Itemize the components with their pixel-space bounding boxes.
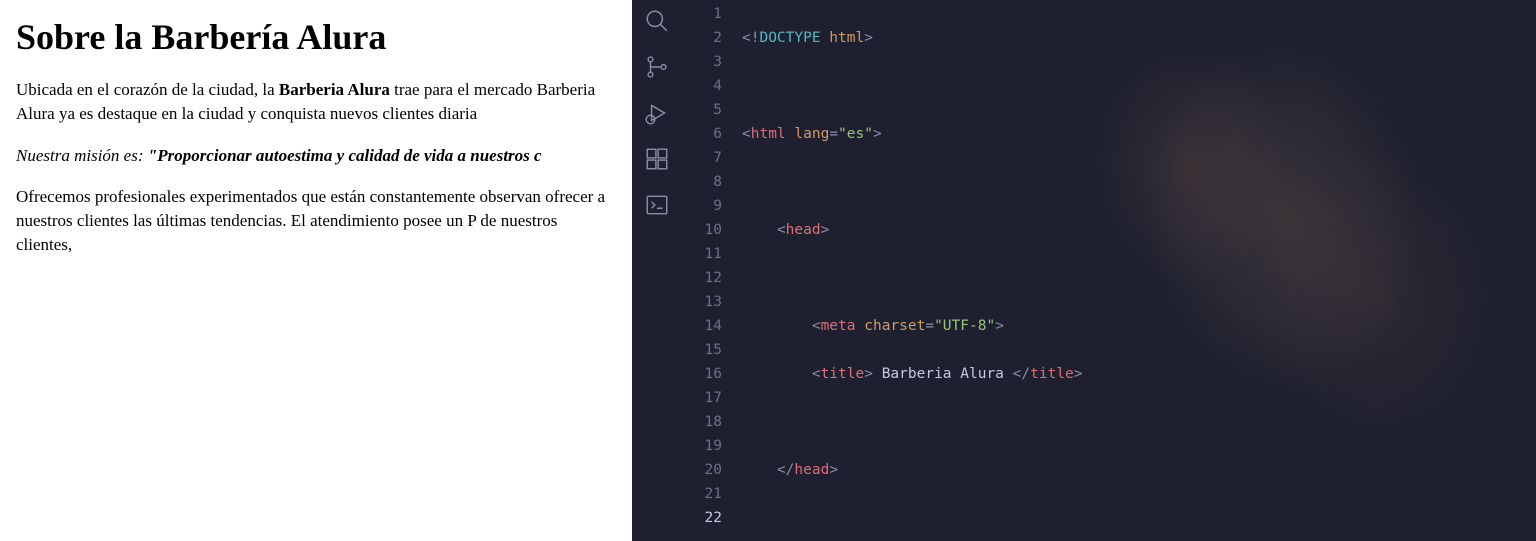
line-number: 21 xyxy=(682,482,722,506)
browser-preview-pane: Sobre la Barbería Alura Ubicada en el co… xyxy=(0,0,632,541)
line-number: 11 xyxy=(682,242,722,266)
code-token: html xyxy=(751,126,786,142)
code-token: > xyxy=(1074,366,1083,382)
line-number: 10 xyxy=(682,218,722,242)
terminal-icon[interactable] xyxy=(644,192,670,218)
editor-area[interactable]: 1 2 3 4 5 6 7 8 9 10 11 12 13 14 15 16 1… xyxy=(682,0,1536,541)
line-number: 18 xyxy=(682,410,722,434)
code-token: lang xyxy=(786,126,830,142)
line-numbers-gutter: 1 2 3 4 5 6 7 8 9 10 11 12 13 14 15 16 1… xyxy=(682,0,742,541)
line-number: 1 xyxy=(682,2,722,26)
code-token: < xyxy=(812,366,821,382)
line-number: 2 xyxy=(682,26,722,50)
code-token: Barberia Alura xyxy=(873,366,1013,382)
run-debug-icon[interactable] xyxy=(644,100,670,126)
code-token: = xyxy=(925,318,934,334)
code-token: > xyxy=(829,462,838,478)
line-number: 20 xyxy=(682,458,722,482)
paragraph-1: Ubicada en el corazón de la ciudad, la B… xyxy=(16,78,616,126)
line-number: 6 xyxy=(682,122,722,146)
line-number: 5 xyxy=(682,98,722,122)
code-token: </ xyxy=(777,462,794,478)
source-control-icon[interactable] xyxy=(644,54,670,80)
code-token: > xyxy=(995,318,1004,334)
code-token: title xyxy=(821,366,865,382)
line-number-current: 22 xyxy=(682,506,722,530)
code-content[interactable]: <!DOCTYPE html> <html lang="es"> <head> … xyxy=(742,0,1536,541)
line-number: 15 xyxy=(682,338,722,362)
p1-text-pre: Ubicada en el corazón de la ciudad, la xyxy=(16,80,279,99)
line-number: 14 xyxy=(682,314,722,338)
line-number: 7 xyxy=(682,146,722,170)
p2-em-pre: Nuestra misión es: xyxy=(16,146,148,165)
code-token: < xyxy=(777,222,786,238)
code-token: head xyxy=(794,462,829,478)
code-token: meta xyxy=(821,318,856,334)
activity-bar xyxy=(632,0,682,541)
line-number: 17 xyxy=(682,386,722,410)
code-token: > xyxy=(864,30,873,46)
line-number: 13 xyxy=(682,290,722,314)
code-token: "es" xyxy=(838,126,873,142)
line-number: 16 xyxy=(682,362,722,386)
editor-pane: 1 2 3 4 5 6 7 8 9 10 11 12 13 14 15 16 1… xyxy=(632,0,1536,541)
page-title: Sobre la Barbería Alura xyxy=(16,16,616,58)
line-number: 9 xyxy=(682,194,722,218)
extensions-icon[interactable] xyxy=(644,146,670,172)
line-number: 8 xyxy=(682,170,722,194)
paragraph-2: Nuestra misión es: "Proporcionar autoest… xyxy=(16,144,616,168)
code-token: "UTF-8" xyxy=(934,318,995,334)
code-token: html xyxy=(821,30,865,46)
code-token: > xyxy=(873,126,882,142)
line-number: 19 xyxy=(682,434,722,458)
search-icon[interactable] xyxy=(644,8,670,34)
paragraph-3: Ofrecemos profesionales experimentados q… xyxy=(16,185,616,256)
code-token: <! xyxy=(742,30,759,46)
code-token: < xyxy=(742,126,751,142)
line-number: 4 xyxy=(682,74,722,98)
code-token: </ xyxy=(1013,366,1030,382)
code-token: > xyxy=(821,222,830,238)
code-token: < xyxy=(812,318,821,334)
code-token: = xyxy=(829,126,838,142)
code-token: > xyxy=(864,366,873,382)
code-token: title xyxy=(1030,366,1074,382)
p1-strong: Barberia Alura xyxy=(279,80,390,99)
code-token: charset xyxy=(856,318,926,334)
code-token: DOCTYPE xyxy=(759,30,820,46)
p2-em-strong: "Proporcionar autoestima y calidad de vi… xyxy=(148,146,542,165)
line-number: 12 xyxy=(682,266,722,290)
code-token: head xyxy=(786,222,821,238)
p2-em: Nuestra misión es: "Proporcionar autoest… xyxy=(16,146,542,165)
line-number: 3 xyxy=(682,50,722,74)
